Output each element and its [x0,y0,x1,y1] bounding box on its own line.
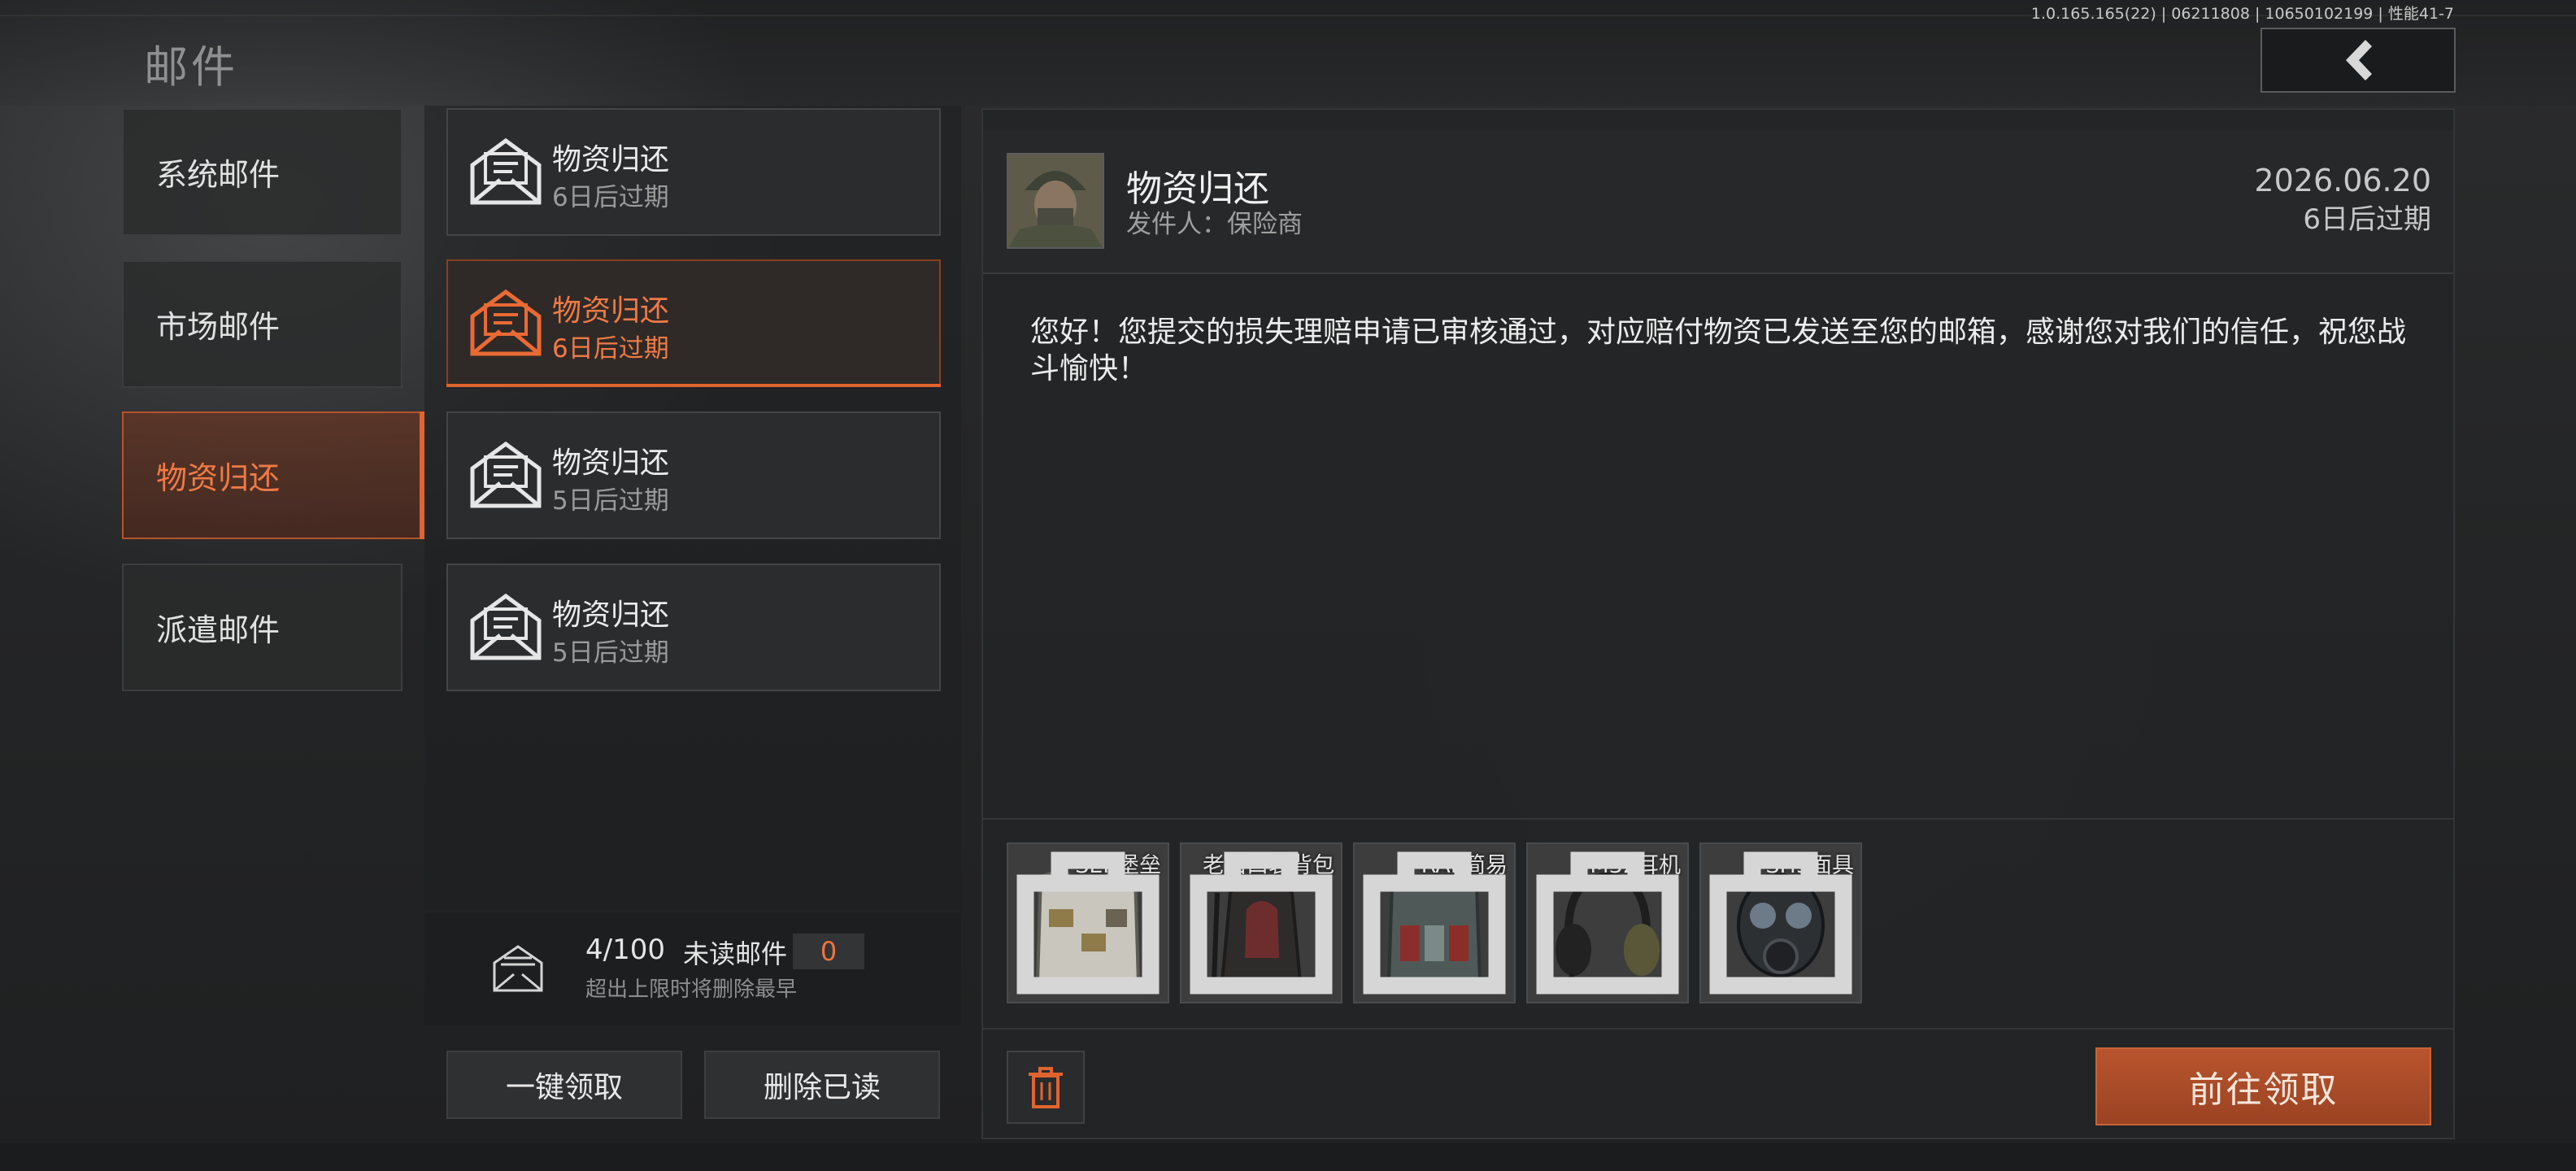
chevron-left-icon [2346,40,2372,81]
bag-icon [1709,851,1852,995]
category-system-mail[interactable]: 系统邮件 [122,108,402,236]
mail-subject: 物资归还 [552,599,670,632]
envelope-open-icon [470,593,542,660]
mail-expire: 6日后过期 [552,183,669,212]
delete-mail-button[interactable] [1007,1051,1085,1124]
attachment-item[interactable]: RAP简易 X1 [1353,842,1516,1003]
category-dispatch-mail[interactable]: 派遣邮件 [122,564,402,691]
category-supply-return[interactable]: 物资归还 [122,411,424,539]
mail-expire: 5日后过期 [552,486,669,516]
go-claim-button[interactable]: 前往领取 [2095,1047,2431,1125]
mail-expire: 6日后过期 [552,334,669,363]
mail-item[interactable]: 物资归还 5日后过期 [446,411,941,539]
mail-expire: 5日后过期 [552,638,669,668]
mail-subject: 物资归还 [552,446,670,480]
envelope-open-icon [470,441,542,508]
unread-label: 未读邮件 [683,938,788,969]
mail-item[interactable]: 物资归还 5日后过期 [446,564,941,691]
bag-icon [1536,851,1679,995]
mail-body: 您好！您提交的损失理赔申请已审核通过，对应赔付物资已发送至您的邮箱，感谢您对我们… [1030,316,2407,385]
unread-count-badge: 0 [793,934,864,969]
mail-item-selected[interactable]: 物资归还 6日后过期 [446,259,941,387]
bag-icon [1363,851,1506,995]
mail-subject: 物资归还 [552,294,670,328]
trash-icon [1029,1067,1063,1108]
sender-avatar [1007,153,1104,249]
claim-all-button[interactable]: 一键领取 [446,1051,682,1119]
mailbox-limit-note: 超出上限时将删除最早 [585,977,798,1002]
envelope-open-icon [470,289,542,356]
mail-stack-icon [493,945,543,992]
mail-subject: 物资归还 [552,143,670,176]
envelope-open-icon [470,137,542,205]
footer-bar [0,1143,2576,1171]
attachment-item[interactable]: 老旧口袋背包 X1 [1180,842,1342,1003]
bag-icon [1016,851,1160,995]
version-info: 1.0.165.165(22) | 06211808 | 10650102199… [2030,5,2454,23]
mail-item[interactable]: 物资归还 6日后过期 [446,108,941,236]
attachment-item[interactable]: SEK堡垒 X1 [1007,842,1169,1003]
bag-icon [1190,851,1333,995]
back-button[interactable] [2261,28,2456,93]
attachment-item[interactable]: M32耳机 X1 [1526,842,1689,1003]
category-market-mail[interactable]: 市场邮件 [122,260,402,388]
delete-read-button[interactable]: 删除已读 [704,1051,940,1119]
mailbox-count: 4/100 [585,934,665,966]
detail-date: 2026.06.20 [2254,163,2431,198]
page-title: 邮件 [144,41,238,93]
attachment-item[interactable]: SH3面具 X1 [1699,842,1862,1003]
detail-expire: 6日后过期 [2303,203,2431,236]
detail-sender: 发件人：保险商 [1126,210,1303,239]
